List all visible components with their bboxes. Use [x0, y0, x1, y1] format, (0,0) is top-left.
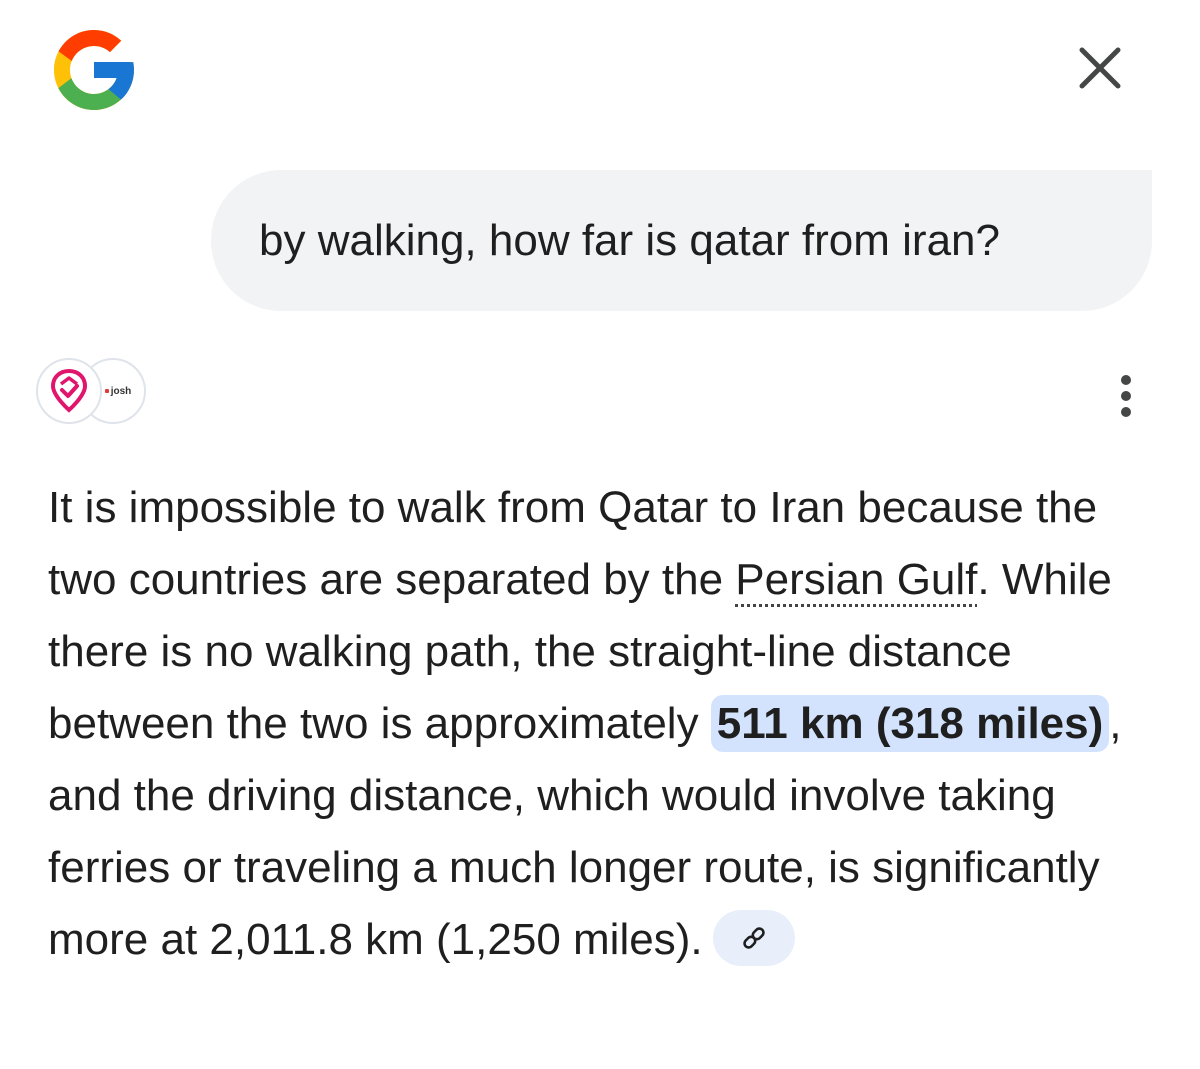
- link-icon: [742, 927, 765, 950]
- more-vert-icon: [1121, 375, 1131, 417]
- source-avatars[interactable]: josh: [36, 358, 148, 428]
- persian-gulf-link[interactable]: Persian Gulf: [735, 555, 977, 604]
- source-2-label: josh: [104, 386, 131, 397]
- source-avatar-1[interactable]: [36, 358, 102, 424]
- highlighted-distance: 511 km (318 miles): [710, 695, 1110, 752]
- jagran-josh-pin-logo: [50, 368, 88, 413]
- close-button[interactable]: [1066, 36, 1134, 100]
- citation-link-button[interactable]: [712, 910, 795, 967]
- user-query-text: by walking, how far is qatar from iran?: [259, 215, 1000, 265]
- more-options-button[interactable]: [1104, 368, 1148, 424]
- close-icon: [1079, 47, 1121, 89]
- user-query-bubble: by walking, how far is qatar from iran?: [211, 170, 1152, 311]
- ai-answer: It is impossible to walk from Qatar to I…: [48, 472, 1168, 976]
- google-g-logo: [46, 22, 142, 118]
